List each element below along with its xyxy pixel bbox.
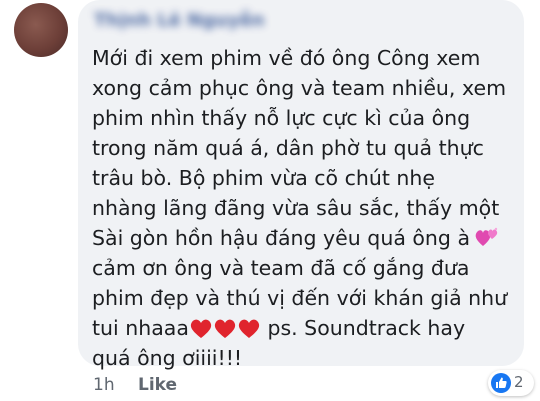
comment-line-with-emoji: Sài gòn hồn hậu đáng yêu quá ông à (92, 223, 522, 253)
reaction-count-value: 2 (514, 373, 524, 391)
red-heart-icon (238, 319, 260, 338)
comment-line: trâu bò. Bộ phim vừa cõ chút nhẹ (92, 166, 436, 190)
comment-line: Mới đi xem phim về đó ông Công xem (92, 46, 481, 70)
comment-text: Mới đi xem phim về đó ông Công xem xong … (92, 43, 522, 373)
author-name[interactable]: Thịnh Lê Nguyễn (94, 10, 265, 31)
comment-line-text: ps. Soundtrack hay (267, 316, 466, 340)
comment-footer: 1h Like (93, 375, 177, 395)
red-heart-icon (214, 319, 236, 338)
comment-line: cảm ơn ông và team đã cố gắng đưa (92, 256, 470, 280)
comment-line: nhàng lãng đãng vừa sâu sắc, thấy một (92, 196, 500, 220)
two-hearts-icon (475, 227, 498, 246)
comment-page: Thịnh Lê Nguyễn Mới đi xem phim về đó ôn… (0, 0, 540, 401)
like-icon (491, 373, 511, 393)
comment-line: trong năm quá á, dân phờ tu quả thực (92, 136, 484, 160)
comment-line-text: Sài gòn hồn hậu đáng yêu quá ông à (92, 226, 471, 250)
comment-line: quá ông ơiiii!!! (92, 346, 243, 370)
comment-line: phim nhìn thấy nỗ lực cực kì của ông (92, 106, 471, 130)
comment-line: phim đẹp và thú vị đến với khán giả như (92, 286, 508, 310)
reaction-count[interactable]: 2 (488, 370, 534, 396)
comment-line: xong cảm phục ông và team nhiều, xem (92, 76, 507, 100)
timestamp[interactable]: 1h (93, 375, 115, 395)
comment-line-text: tui nhaaa (92, 316, 189, 340)
like-button[interactable]: Like (138, 375, 177, 395)
comment-line-with-emoji: tui nhaaa ps. Soundtrack hay (92, 313, 522, 343)
avatar[interactable] (14, 3, 68, 57)
red-heart-icon (190, 319, 212, 338)
